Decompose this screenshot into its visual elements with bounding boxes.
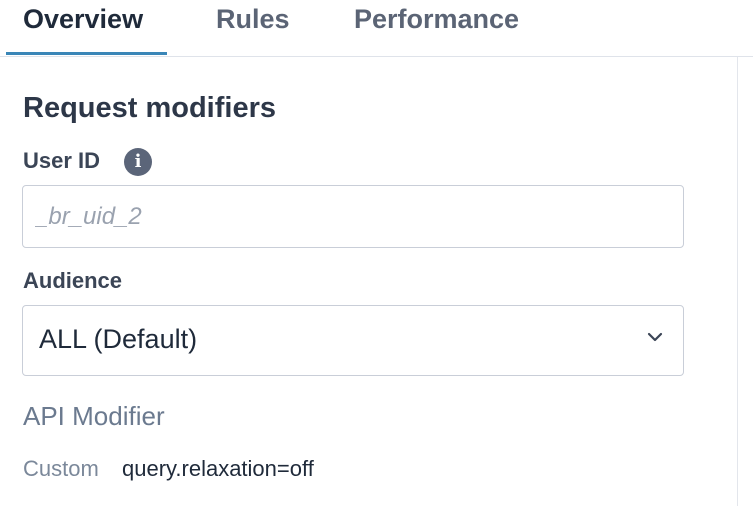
audience-select[interactable]: ALL (Default) — [22, 305, 684, 376]
audience-label: Audience — [23, 268, 123, 293]
user-id-input[interactable] — [23, 186, 683, 247]
tab-rules[interactable]: Rules — [216, 4, 290, 35]
section-title: Request modifiers — [23, 92, 276, 124]
info-icon[interactable]: i — [124, 148, 152, 176]
custom-value: query.relaxation=off — [122, 456, 314, 481]
user-id-label: User ID — [23, 148, 101, 173]
tab-performance[interactable]: Performance — [354, 4, 519, 35]
tab-overview[interactable]: Overview — [23, 4, 143, 35]
panel-divider — [737, 57, 738, 506]
active-tab-indicator — [6, 52, 167, 55]
chevron-down-icon — [647, 332, 663, 342]
api-modifier-title: API Modifier — [23, 401, 165, 431]
tab-bar: Overview Rules Performance — [0, 0, 753, 57]
user-id-field-container — [22, 185, 684, 248]
custom-label: Custom — [23, 456, 99, 481]
audience-selected-value: ALL (Default) — [39, 324, 198, 354]
